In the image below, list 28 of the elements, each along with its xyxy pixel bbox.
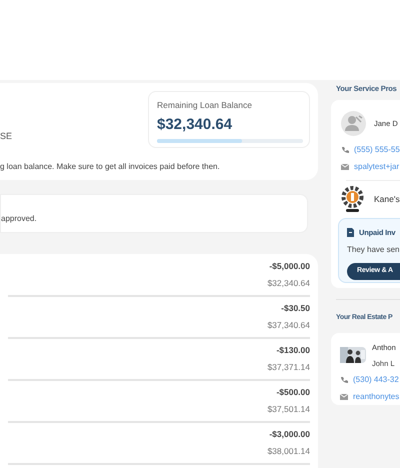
mail-icon [341,164,349,170]
running-balance: $32,340.64 [267,277,310,290]
gear-logo-icon [341,186,364,212]
company-name: Kane's [374,192,400,206]
address-text: SE [0,130,12,143]
transaction-amount: -$5,000.00 [269,260,310,273]
notice-text: approved. [1,213,37,225]
running-balance: $37,371.14 [267,361,310,374]
running-balance: $38,001.14 [267,445,310,458]
balance-label: Remaining Loan Balance [157,99,253,112]
invoice-icon [347,228,354,238]
running-balance: $37,340.64 [267,319,310,332]
mail-icon [340,394,348,400]
phone-icon [340,376,348,384]
worker-avatar-icon [341,111,366,136]
phone-link[interactable]: (555) 555-55 [354,144,400,156]
email-link[interactable]: spalytest+jar [354,161,400,173]
phone-link[interactable]: (530) 443-32 [353,374,399,386]
balance-amount: $32,340.64 [157,114,234,135]
transaction-amount: -$130.00 [276,344,310,357]
phone-icon [341,146,349,154]
email-link[interactable]: reanthonytes [353,391,400,403]
transaction-amount: -$30.50 [281,302,310,315]
unpaid-text: They have sen [347,244,400,256]
note-text: g loan balance. Make sure to get all invoices paid before then. [0,161,221,173]
transaction-amount: -$500.00 [276,386,310,399]
transaction-amount: -$3,000.00 [269,428,310,441]
running-balance: $37,501.14 [267,403,310,416]
